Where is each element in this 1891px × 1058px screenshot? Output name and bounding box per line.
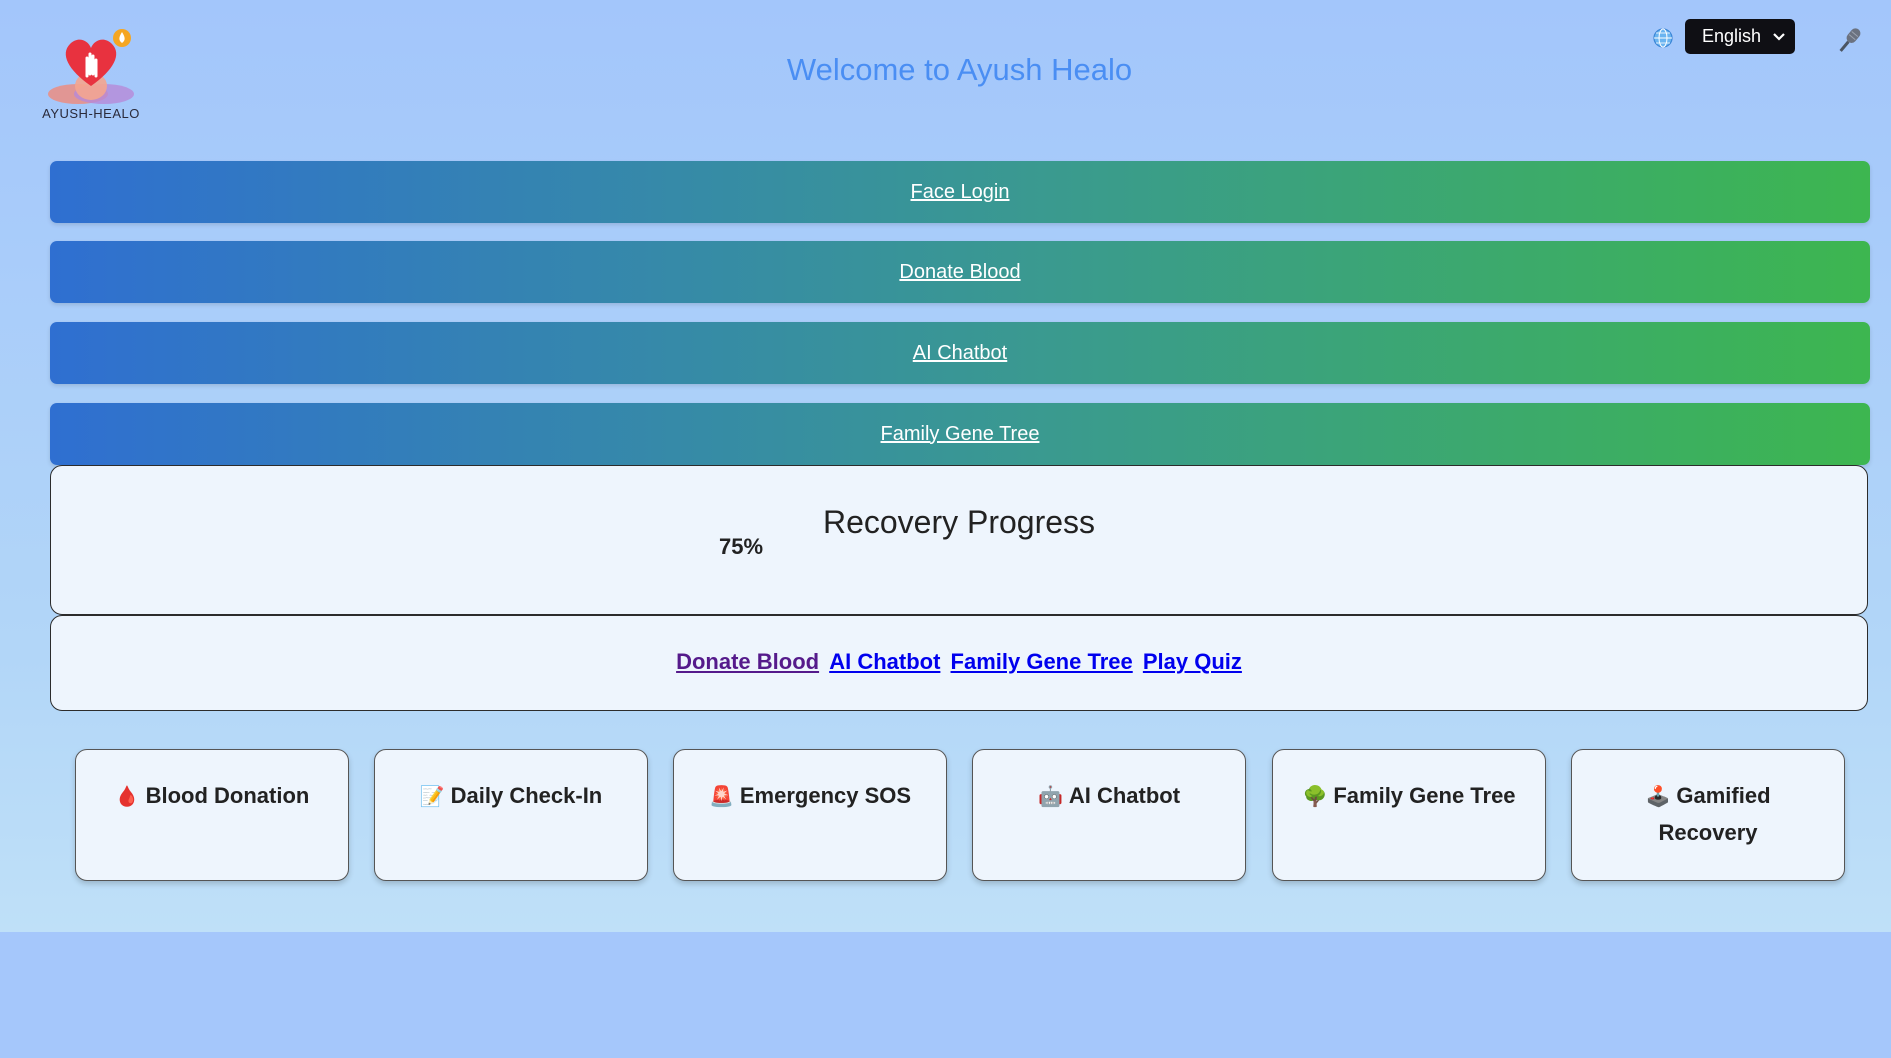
tile-daily-check-in[interactable]: 📝 Daily Check-In [374, 749, 648, 881]
face-login-bar[interactable]: Face Login [50, 161, 1870, 223]
blood-drop-icon: 🩸 [114, 786, 140, 808]
tile-gamified-recovery[interactable]: 🕹️ Gamified Recovery [1571, 749, 1845, 881]
tile-label: Gamified Recovery [1658, 783, 1771, 845]
ai-chatbot-link[interactable]: AI Chatbot [913, 342, 1008, 365]
quick-link-play-quiz[interactable]: Play Quiz [1143, 649, 1242, 674]
tile-label: AI Chatbot [1068, 783, 1181, 808]
tile-ai-chatbot[interactable]: 🤖 AI Chatbot [972, 749, 1246, 881]
recovery-progress-title: Recovery Progress [822, 504, 1096, 540]
language-select-value: English [1702, 26, 1762, 46]
page-title: Welcome to Ayush Healo [786, 52, 1133, 87]
tile-blood-donation[interactable]: 🩸 Blood Donation [75, 749, 349, 881]
logo-text: AYUSH-HEALO [42, 106, 140, 121]
donate-blood-link[interactable]: Donate Blood [899, 261, 1020, 284]
tile-label: Emergency SOS [739, 783, 912, 808]
tile-label: Daily Check-In [450, 783, 603, 808]
joystick-icon: 🕹️ [1645, 786, 1671, 808]
robot-icon: 🤖 [1037, 786, 1063, 808]
quick-link-donate-blood[interactable]: Donate Blood [676, 649, 819, 674]
ai-chatbot-bar[interactable]: AI Chatbot [50, 322, 1870, 384]
face-login-link[interactable]: Face Login [911, 181, 1010, 204]
donate-blood-bar[interactable]: Donate Blood [50, 241, 1870, 303]
memo-icon: 📝 [419, 786, 445, 808]
chevron-down-icon [1773, 33, 1785, 41]
globe-icon[interactable] [1652, 27, 1674, 49]
tile-label: Blood Donation [145, 783, 310, 808]
quick-link-ai-chatbot[interactable]: AI Chatbot [829, 649, 940, 674]
family-gene-tree-link[interactable]: Family Gene Tree [881, 423, 1040, 446]
quick-links: Donate Blood AI Chatbot Family Gene Tree… [51, 649, 1867, 675]
language-select[interactable]: English [1685, 19, 1795, 54]
tree-icon: 🌳 [1302, 786, 1328, 808]
quick-links-card: Donate Blood AI Chatbot Family Gene Tree… [50, 615, 1868, 711]
microphone-icon[interactable] [1832, 24, 1866, 58]
tile-label: Family Gene Tree [1333, 783, 1516, 808]
family-gene-tree-bar[interactable]: Family Gene Tree [50, 403, 1870, 465]
recovery-progress-value: 75% [719, 534, 764, 559]
quick-link-family-gene-tree[interactable]: Family Gene Tree [951, 649, 1133, 674]
tile-emergency-sos[interactable]: 🚨 Emergency SOS [673, 749, 947, 881]
siren-icon: 🚨 [708, 786, 734, 808]
page-footer-area [0, 932, 1891, 1058]
tile-family-gene-tree[interactable]: 🌳 Family Gene Tree [1272, 749, 1546, 881]
recovery-progress-card: Recovery Progress 75% [50, 465, 1868, 615]
